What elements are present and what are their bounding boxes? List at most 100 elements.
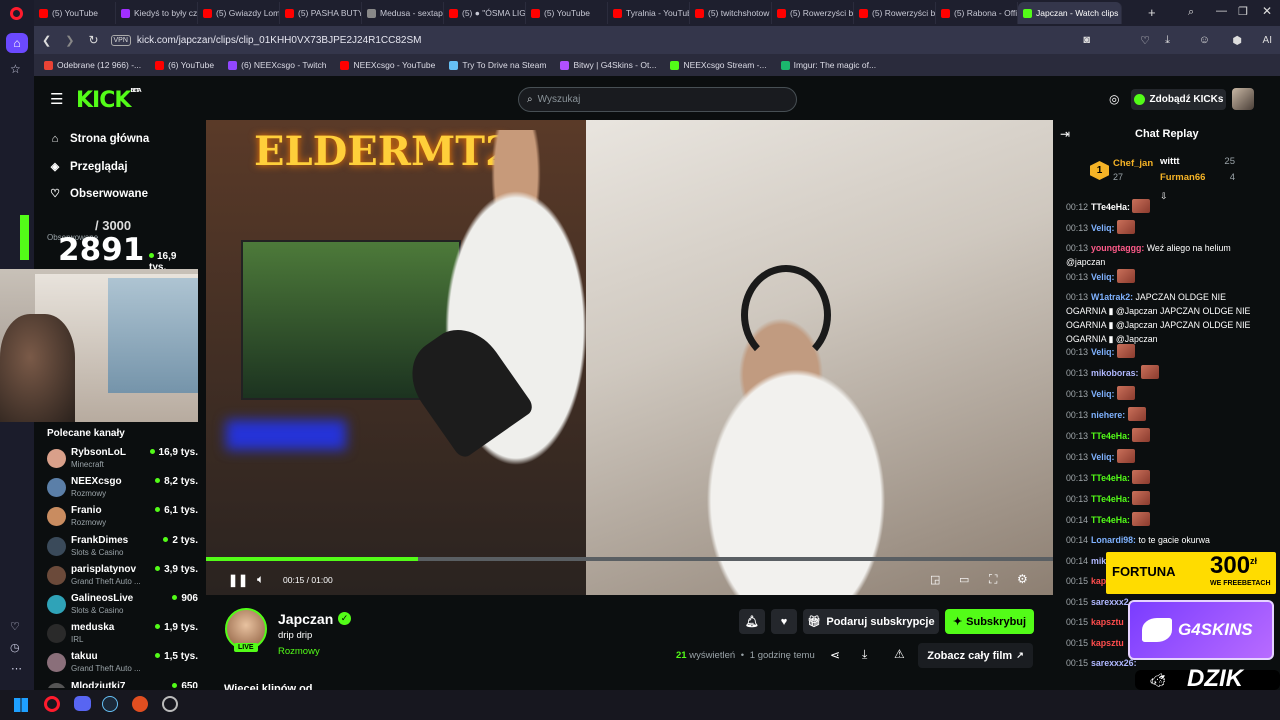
bookmark-4[interactable]: Try To Drive na Steam — [449, 60, 546, 70]
chat-user[interactable]: kapsztu — [1091, 617, 1124, 627]
bookmark-3[interactable]: NEEXcsgo - YouTube — [340, 60, 435, 70]
app-icon[interactable] — [132, 696, 148, 712]
forward-icon[interactable]: ❯ — [65, 34, 74, 47]
home-icon[interactable]: ⌂ — [6, 33, 28, 53]
recommended-channel[interactable]: FrankDimes Slots & Casino 2 tys. — [47, 535, 202, 563]
more-icon[interactable]: ⋯ — [11, 662, 22, 675]
star-icon[interactable]: ☆ — [10, 62, 21, 76]
video-player[interactable]: ELDERMT2 — [206, 120, 1053, 595]
chat-user[interactable]: TTe4eHa: — [1091, 431, 1130, 441]
pause-icon[interactable]: ❚❚ — [228, 573, 248, 587]
bookmark-7[interactable]: Imgur: The magic of... — [780, 60, 876, 70]
chat-user[interactable]: Veliq: — [1091, 223, 1114, 233]
recommended-channel[interactable]: NEEXcsgo Rozmowy 8,2 tys. — [47, 476, 202, 504]
nav-following[interactable]: ♡ Obserwowane — [48, 187, 148, 201]
share-icon[interactable]: ⋖ — [830, 648, 840, 662]
heart-icon[interactable]: ♡ — [10, 620, 20, 633]
pip-icon[interactable]: ◲ — [930, 573, 940, 586]
camera-icon[interactable]: ◙ — [1083, 34, 1090, 46]
channel-name[interactable]: Japczan — [278, 611, 333, 627]
live-icon[interactable]: ◎ — [1109, 92, 1119, 106]
tab-9[interactable]: (5) Rowerzyści bie — [772, 2, 854, 24]
chat-user[interactable]: Veliq: — [1091, 347, 1114, 357]
bookmark-0[interactable]: Odebrane (12 966) -... — [44, 60, 141, 70]
chat-user[interactable]: sarexxx26: — [1091, 658, 1137, 668]
chat-user[interactable]: TTe4eHa: — [1091, 202, 1130, 212]
chat-user[interactable]: TTe4eHa: — [1091, 515, 1130, 525]
chat-user[interactable]: mikoboras: — [1091, 368, 1138, 378]
tab-4[interactable]: Medusa - sextape — [362, 2, 444, 24]
get-kicks-button[interactable]: Zdobądź KICKs — [1131, 89, 1226, 110]
chat-user[interactable]: W1atrak2: — [1091, 292, 1133, 302]
chat-user[interactable]: Veliq: — [1091, 272, 1114, 282]
tab-0[interactable]: (5) YouTube — [34, 2, 116, 24]
bookmark-5[interactable]: Bitwy | G4Skins - Ot... — [560, 60, 656, 70]
new-tab-button[interactable]: + — [1148, 5, 1156, 20]
chat-user[interactable]: sarexxx2 — [1091, 597, 1129, 607]
chat-user[interactable]: niehere: — [1091, 410, 1125, 420]
kick-logo[interactable]: KICKBETA — [76, 88, 142, 113]
ai-button[interactable]: AI — [1263, 35, 1272, 46]
nav-home[interactable]: ⌂ Strona główna — [48, 133, 150, 145]
tab-12[interactable]: Japczan - Watch clips — [1018, 2, 1122, 24]
tab-3[interactable]: (5) PASHA BUTY 2 — [280, 2, 362, 24]
report-icon[interactable]: ⚠ — [894, 647, 905, 661]
bookmark-6[interactable]: NEEXcsgo Stream -... — [670, 60, 767, 70]
search-tabs-icon[interactable]: ⌕ — [1188, 6, 1194, 19]
app2-icon[interactable] — [162, 696, 178, 712]
avatar[interactable] — [1232, 88, 1254, 110]
url-field[interactable]: kick.com/japczan/clips/clip_01KHH0VX73BJ… — [137, 35, 422, 46]
steam-icon[interactable] — [102, 696, 118, 712]
settings-icon[interactable]: ⚙ — [1017, 572, 1028, 586]
tab-7[interactable]: Tyralnia - YouTub — [608, 2, 690, 24]
recommended-channel[interactable]: parisplatynov Grand Theft Auto ... 3,9 t… — [47, 564, 202, 592]
back-icon[interactable]: ❮ — [42, 34, 51, 47]
tab-2[interactable]: (5) Gwiazdy Lomb — [198, 2, 280, 24]
chat-user[interactable]: youngtaggg: — [1091, 243, 1144, 253]
bookmark-1[interactable]: (6) YouTube — [155, 60, 214, 70]
menu-icon[interactable]: ☰ — [50, 90, 63, 108]
discord-icon[interactable] — [74, 696, 91, 711]
tab-8[interactable]: (5) twitchshotow — [690, 2, 772, 24]
tab-5[interactable]: (5) ● "ÓSMA LIG — [444, 2, 526, 24]
watch-full-button[interactable]: Zobacz cały film ↗ — [918, 643, 1033, 668]
tab-6[interactable]: (5) YouTube — [526, 2, 608, 24]
maximize-icon[interactable]: ❐ — [1238, 5, 1248, 18]
notifications-button[interactable]: 🔔︎ — [739, 609, 765, 634]
bookmark-2[interactable]: (6) NEEXcsgo - Twitch — [228, 60, 326, 70]
recommended-channel[interactable]: meduska IRL 1,9 tys. — [47, 622, 202, 650]
follow-button[interactable]: ♥ — [771, 609, 797, 634]
reload-icon[interactable]: ↻ — [88, 33, 98, 47]
volume-icon[interactable]: 🔈︎ — [257, 572, 264, 587]
clock-icon[interactable]: ◷ — [10, 641, 20, 654]
gift-sub-button[interactable]: 🎁︎ Podaruj subskrypcje — [803, 609, 939, 634]
close-icon[interactable]: ✕ — [1262, 4, 1272, 18]
recommended-channel[interactable]: takuu Grand Theft Auto ... 1,5 tys. — [47, 651, 202, 679]
chat-user[interactable]: kapsztu — [1091, 638, 1124, 648]
collapse-chat-icon[interactable]: ⇥ — [1060, 127, 1070, 141]
recommended-channel[interactable]: Franio Rozmowy 6,1 tys. — [47, 505, 202, 533]
subscribe-button[interactable]: ✦ Subskrybuj — [945, 609, 1034, 634]
chat-user[interactable]: Lonardi98: — [1091, 535, 1136, 545]
heart-bookmark-icon[interactable]: ♡ — [1140, 34, 1150, 47]
download-icon[interactable]: ⤓ — [1165, 34, 1170, 47]
extensions-icon[interactable]: ⬢ — [1232, 34, 1242, 47]
nav-browse[interactable]: ◈ Przeglądaj — [48, 160, 128, 174]
minimize-icon[interactable]: — — [1216, 5, 1227, 17]
download-icon[interactable]: ⤓ — [862, 647, 867, 662]
tab-1[interactable]: Kiedyś to były cza — [116, 2, 198, 24]
chat-user[interactable]: TTe4eHa: — [1091, 473, 1130, 483]
recommended-channel[interactable]: RybsonLoL Minecraft 16,9 tys. — [47, 447, 202, 475]
tab-10[interactable]: (5) Rowerzyści bie — [854, 2, 936, 24]
stream-category[interactable]: Rozmowy — [278, 646, 320, 657]
theater-icon[interactable]: ▭ — [959, 573, 969, 586]
chat-user[interactable]: TTe4eHa: — [1091, 494, 1130, 504]
tab-11[interactable]: (5) Rabona - Offic — [936, 2, 1018, 24]
opera-taskbar-icon[interactable] — [44, 696, 60, 712]
recommended-channel[interactable]: Mlodziutki7 650 — [47, 681, 202, 688]
chat-user[interactable]: Veliq: — [1091, 452, 1114, 462]
profile-icon[interactable]: ☺ — [1199, 34, 1210, 46]
chat-user[interactable]: Veliq: — [1091, 389, 1114, 399]
windows-start-icon[interactable] — [14, 698, 28, 712]
fullscreen-icon[interactable]: ⛶ — [989, 572, 997, 587]
